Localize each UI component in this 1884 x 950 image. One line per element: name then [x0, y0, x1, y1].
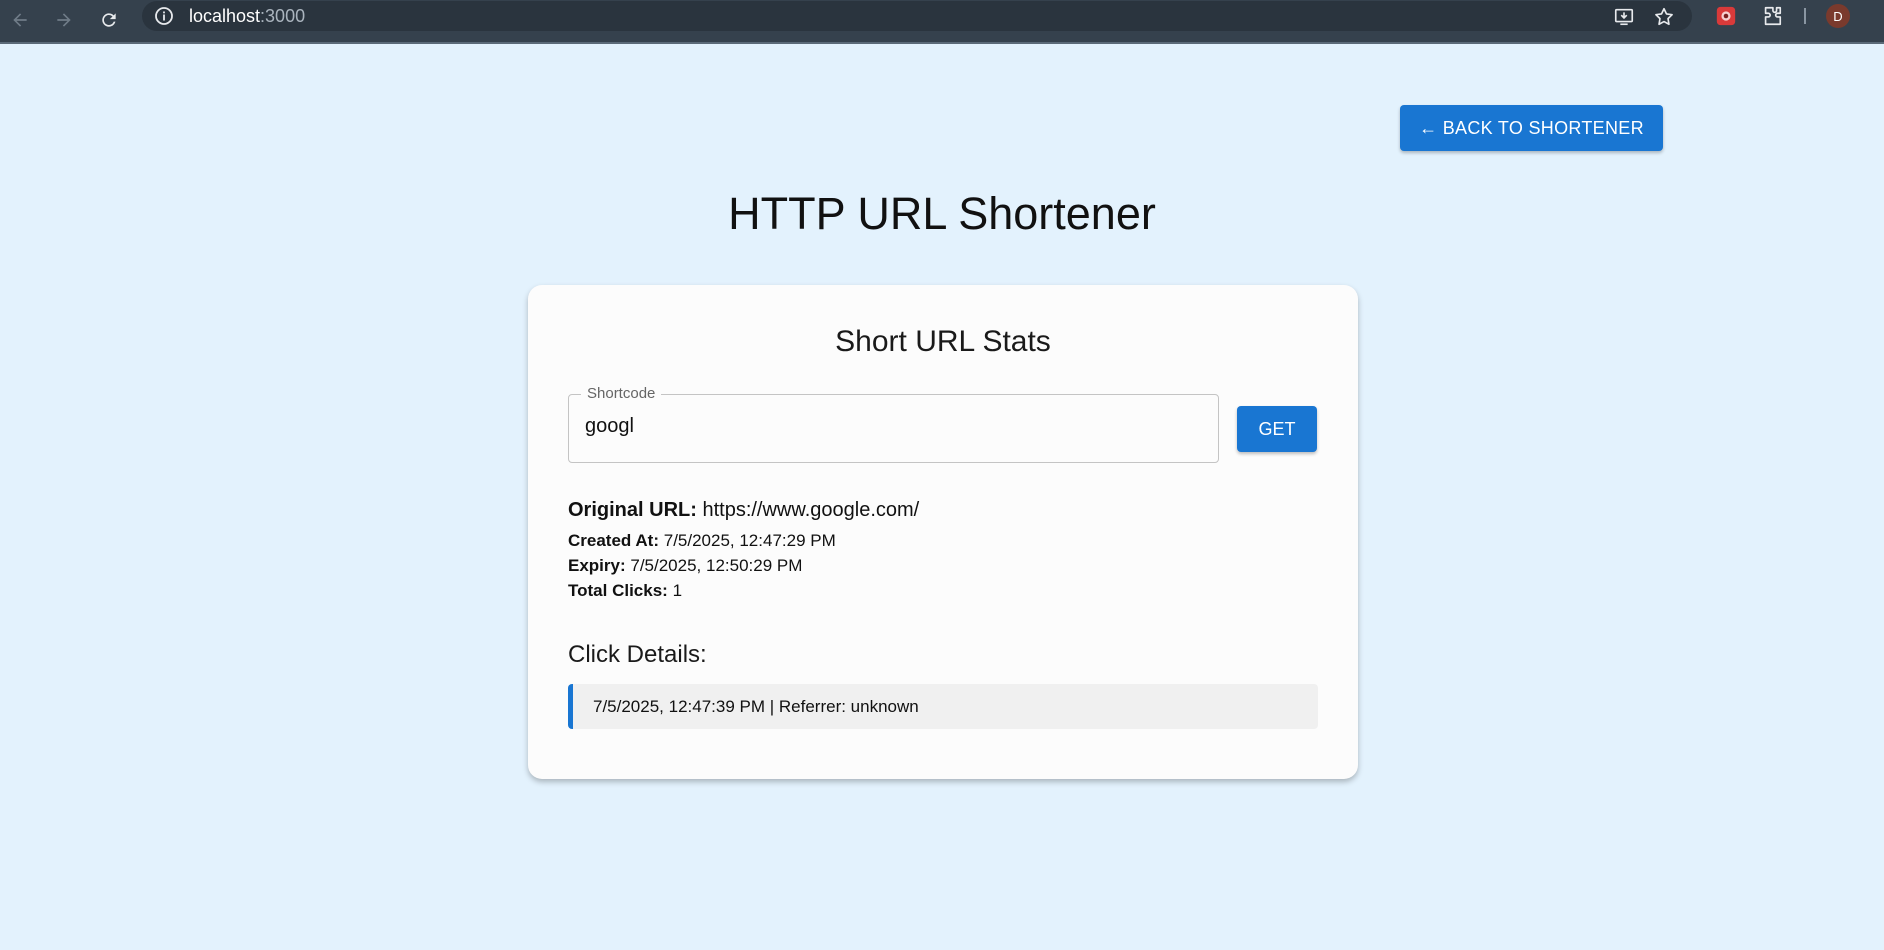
total-clicks-value: 1 [672, 581, 683, 600]
install-app-icon[interactable] [1612, 5, 1636, 29]
profile-avatar[interactable]: D [1826, 4, 1850, 28]
site-info-icon[interactable] [154, 6, 174, 26]
click-details-title: Click Details: [568, 641, 707, 668]
page-title: HTTP URL Shortener [728, 188, 1156, 239]
address-bar[interactable]: localhost:3000 [142, 1, 1692, 31]
total-clicks-row: Total Clicks: 1 [568, 581, 682, 601]
expiry-value: 7/5/2025, 12:50:29 PM [630, 556, 803, 575]
original-url-value: https://www.google.com/ [702, 499, 920, 521]
url-host: localhost [189, 6, 261, 26]
card-title: Short URL Stats [835, 325, 1051, 358]
toolbar-divider [1804, 8, 1806, 24]
stats-card: Short URL Stats Shortcode googl GET Orig… [528, 285, 1358, 779]
expiry-label: Expiry: [568, 556, 626, 575]
extension-logo-icon[interactable] [1714, 4, 1738, 28]
original-url-row: Original URL: https://www.google.com/ [568, 499, 919, 522]
shortcode-label: Shortcode [581, 385, 662, 402]
list-item: 7/5/2025, 12:47:39 PM | Referrer: unknow… [568, 684, 1318, 729]
total-clicks-label: Total Clicks: [568, 581, 668, 600]
created-at-value: 7/5/2025, 12:47:29 PM [663, 531, 836, 550]
original-url-label: Original URL: [568, 499, 697, 521]
address-url: localhost:3000 [189, 6, 305, 27]
click-entry-text: 7/5/2025, 12:47:39 PM | Referrer: unknow… [593, 696, 919, 716]
shortcode-input[interactable]: googl [585, 415, 634, 438]
reload-icon[interactable] [93, 4, 125, 36]
back-to-shortener-button[interactable]: ← BACK TO SHORTENER [1400, 105, 1663, 151]
back-arrow-icon[interactable] [4, 4, 36, 36]
forward-arrow-icon[interactable] [48, 4, 80, 36]
url-port: :3000 [260, 6, 306, 26]
shortcode-field[interactable]: Shortcode googl [568, 385, 1219, 463]
bookmark-star-icon[interactable] [1652, 5, 1676, 29]
created-at-row: Created At: 7/5/2025, 12:47:29 PM [568, 531, 836, 551]
browser-toolbar: localhost:3000 D [0, 0, 1884, 44]
expiry-row: Expiry: 7/5/2025, 12:50:29 PM [568, 556, 802, 576]
extensions-puzzle-icon[interactable] [1760, 4, 1784, 28]
get-button[interactable]: GET [1237, 406, 1317, 452]
created-at-label: Created At: [568, 531, 659, 550]
